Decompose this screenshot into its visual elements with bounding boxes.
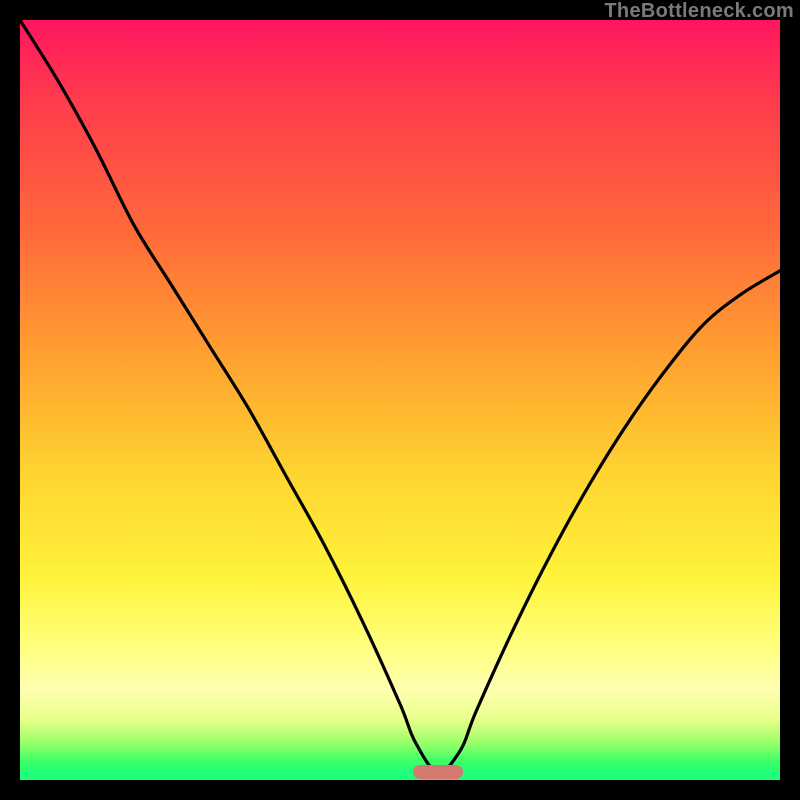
plot-area	[20, 20, 780, 780]
bottleneck-curve	[20, 20, 780, 780]
optimum-marker	[413, 765, 463, 779]
curve-path	[20, 20, 780, 772]
chart-frame: TheBottleneck.com	[0, 0, 800, 800]
